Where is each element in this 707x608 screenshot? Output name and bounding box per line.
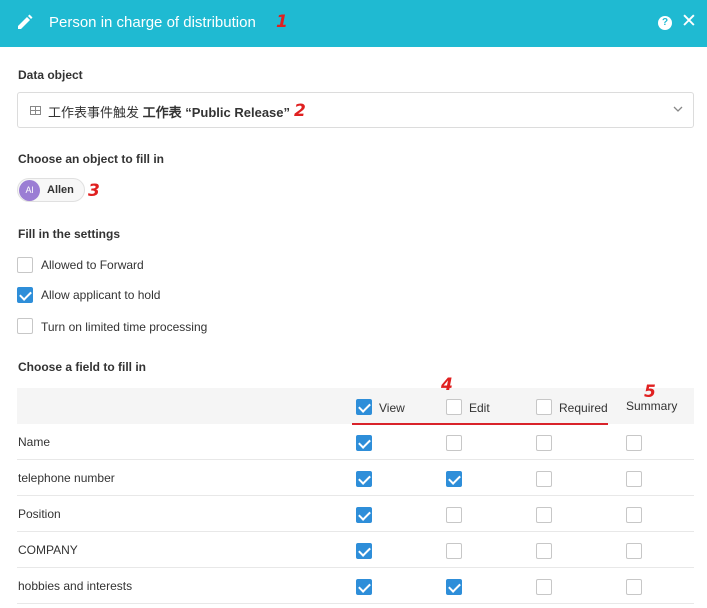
view-column-header: View xyxy=(379,401,405,415)
view-checkbox[interactable] xyxy=(356,543,372,559)
data-object-select[interactable]: 工作表事件触发 工作表 “Public Release” xyxy=(17,92,694,128)
allowed-to-forward-label: Allowed to Forward xyxy=(41,258,144,272)
edit-checkbox[interactable] xyxy=(446,579,462,595)
annotation-marker-1: 1 xyxy=(276,12,288,32)
annotation-marker-2: 2 xyxy=(294,101,306,121)
data-object-trigger-text: 工作表事件触发 xyxy=(48,105,140,120)
user-chip[interactable]: Al Allen xyxy=(17,178,85,202)
summary-checkbox[interactable] xyxy=(626,543,642,559)
avatar: Al xyxy=(19,180,40,201)
required-checkbox[interactable] xyxy=(536,435,552,451)
edit-icon xyxy=(18,14,33,29)
data-object-value: 工作表事件触发 工作表 “Public Release” xyxy=(48,102,290,121)
edit-checkbox[interactable] xyxy=(446,543,462,559)
view-checkbox[interactable] xyxy=(356,435,372,451)
data-object-sheet-name: 工作表 “Public Release” xyxy=(142,105,291,120)
summary-checkbox[interactable] xyxy=(626,471,642,487)
view-all-checkbox[interactable] xyxy=(356,399,372,415)
field-name: Position xyxy=(18,507,61,521)
annotation-marker-4: 4 xyxy=(441,375,453,395)
required-column-header: Required xyxy=(559,401,608,415)
annotation-marker-3: 3 xyxy=(88,181,100,201)
edit-checkbox[interactable] xyxy=(446,471,462,487)
settings-label: Fill in the settings xyxy=(18,227,121,241)
user-name: Allen xyxy=(47,184,74,196)
required-checkbox[interactable] xyxy=(536,507,552,523)
summary-checkbox[interactable] xyxy=(626,579,642,595)
edit-checkbox[interactable] xyxy=(446,507,462,523)
dialog-header: Person in charge of distribution ? ✕ xyxy=(0,0,707,47)
fields-label: Choose a field to fill in xyxy=(18,360,147,374)
edit-all-checkbox[interactable] xyxy=(446,399,462,415)
summary-checkbox[interactable] xyxy=(626,507,642,523)
dialog-title: Person in charge of distribution xyxy=(49,14,256,31)
help-icon[interactable]: ? xyxy=(658,16,672,30)
limited-time-label: Turn on limited time processing xyxy=(41,320,208,334)
view-checkbox[interactable] xyxy=(356,507,372,523)
field-name: COMPANY xyxy=(18,543,78,557)
chevron-down-icon xyxy=(673,106,683,112)
close-icon[interactable]: ✕ xyxy=(680,12,698,31)
fill-object-label: Choose an object to fill in xyxy=(18,152,165,166)
limited-time-checkbox[interactable] xyxy=(17,318,33,334)
field-name: Name xyxy=(18,435,51,449)
worksheet-icon xyxy=(30,106,41,115)
view-checkbox[interactable] xyxy=(356,579,372,595)
allow-hold-label: Allow applicant to hold xyxy=(41,288,161,302)
view-checkbox[interactable] xyxy=(356,471,372,487)
required-all-checkbox[interactable] xyxy=(536,399,552,415)
allow-hold-checkbox[interactable] xyxy=(17,287,33,303)
summary-checkbox[interactable] xyxy=(626,435,642,451)
required-checkbox[interactable] xyxy=(536,543,552,559)
required-checkbox[interactable] xyxy=(536,471,552,487)
allowed-to-forward-checkbox[interactable] xyxy=(17,257,33,273)
field-name: hobbies and interests xyxy=(18,579,133,593)
data-object-label: Data object xyxy=(18,68,83,82)
required-checkbox[interactable] xyxy=(536,579,552,595)
edit-checkbox[interactable] xyxy=(446,435,462,451)
field-name: telephone number xyxy=(18,471,115,485)
annotation-marker-5: 5 xyxy=(644,382,656,402)
edit-column-header: Edit xyxy=(469,401,490,415)
